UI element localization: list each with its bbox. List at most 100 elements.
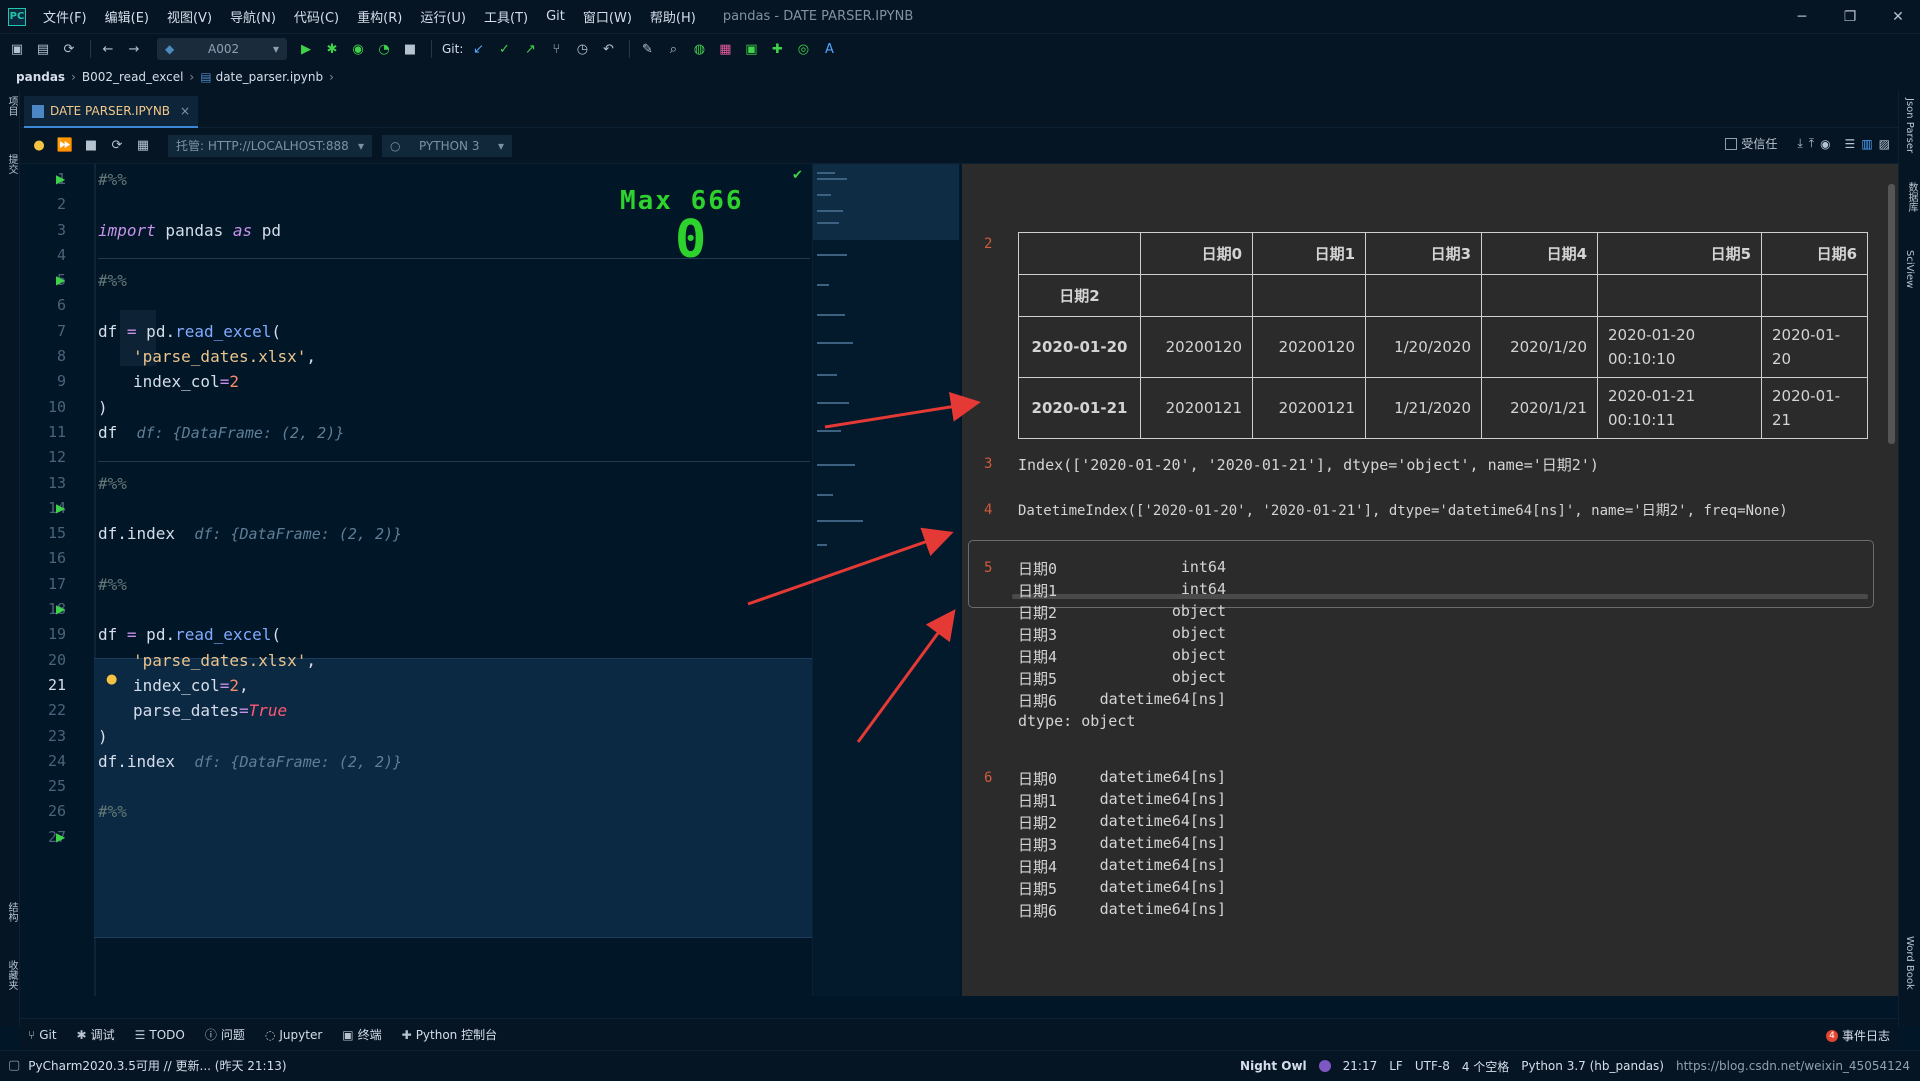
run-cell-icon[interactable]: ▶ [56, 830, 65, 844]
output-scrollbar[interactable] [1888, 184, 1895, 444]
wrench-icon[interactable]: ✎ [636, 38, 658, 60]
stop-icon[interactable]: ■ [399, 38, 421, 60]
indent-setting[interactable]: 4 个空格 [1462, 1058, 1509, 1075]
minimap-line [817, 284, 829, 286]
event-log-button[interactable]: 4 事件日志 [1825, 1027, 1890, 1044]
search-icon[interactable]: ⌕ [662, 38, 684, 60]
close-icon[interactable]: × [180, 104, 190, 118]
menu-navigate[interactable]: 导航(N) [221, 7, 285, 26]
menu-tools[interactable]: 工具(T) [475, 7, 537, 26]
layout-icon[interactable]: ▦ [714, 38, 736, 60]
intention-bulb-icon[interactable]: ● [106, 672, 117, 687]
menu-help[interactable]: 帮助(H) [641, 7, 705, 26]
split-view-icon[interactable]: ▥ [1861, 137, 1872, 151]
menu-edit[interactable]: 编辑(E) [96, 7, 158, 26]
breadcrumb-project[interactable]: pandas [16, 70, 65, 84]
profile-icon[interactable]: ◔ [373, 38, 395, 60]
restart-kernel-icon[interactable]: ⟳ [106, 135, 128, 157]
table-header-row: 日期0 日期1 日期3 日期4 日期5 日期6 [1018, 232, 1868, 275]
caret-position[interactable]: 21:17 [1343, 1059, 1378, 1073]
list-view-icon[interactable]: ☰ [1845, 137, 1856, 151]
python-interpreter[interactable]: Python 3.7 (hb_pandas) [1521, 1059, 1664, 1073]
image-view-icon[interactable]: ▨ [1879, 137, 1890, 151]
git-push-icon[interactable]: ↗ [519, 38, 541, 60]
run-icon[interactable]: ▶ [295, 38, 317, 60]
line-separator[interactable]: LF [1389, 1059, 1403, 1073]
globe-icon[interactable]: ◎ [792, 38, 814, 60]
menu-file[interactable]: 文件(F) [34, 7, 96, 26]
variables-icon[interactable]: ▦ [132, 135, 154, 157]
output-panel[interactable]: 2 日期0 日期1 日期3 日期4 日期5 日期6 日期2 2020-01-20… [962, 164, 1898, 996]
history-icon[interactable]: ◷ [571, 38, 593, 60]
plugin-icon[interactable]: ◍ [688, 38, 710, 60]
output-index: 6 [984, 770, 993, 786]
tool-window-json-parser[interactable]: Json Parser [1904, 98, 1915, 153]
eye-icon[interactable]: ◉ [1820, 137, 1830, 151]
puzzle-icon[interactable]: ✚ [766, 38, 788, 60]
run-cell-icon[interactable]: ▶ [56, 501, 65, 515]
tab-todo[interactable]: ☰ TODO [135, 1028, 185, 1042]
upload-icon[interactable]: ⤒ [1809, 136, 1814, 151]
code-editor[interactable]: 1 2 3 4 5 6 7 8 9 10 11 12 13 14 15 16 1… [20, 164, 812, 996]
menu-refactor[interactable]: 重构(R) [348, 7, 411, 26]
kernel-host-label: 托管: HTTP://LOCALHOST:888 [176, 139, 349, 153]
menu-view[interactable]: 视图(V) [158, 7, 221, 26]
stop-kernel-icon[interactable]: ■ [80, 135, 102, 157]
menu-run[interactable]: 运行(U) [411, 7, 475, 26]
run-cell-icon[interactable]: ▶ [56, 172, 65, 186]
restore-icon[interactable]: ❐ [1828, 0, 1872, 34]
table-cell: 20200120 [1252, 316, 1366, 378]
theme-name[interactable]: Night Owl [1240, 1059, 1307, 1073]
run-cell-icon[interactable]: ▶ [56, 273, 65, 287]
tab-jupyter[interactable]: ◌ Jupyter [265, 1028, 322, 1042]
save-icon[interactable]: ▤ [32, 38, 54, 60]
tool-window-project[interactable]: 项目 [4, 96, 19, 116]
kernel-host-select[interactable]: 托管: HTTP://LOCALHOST:888 ▾ [168, 134, 372, 157]
run-cell-icon[interactable]: ▶ [56, 602, 65, 616]
tab-python-console[interactable]: ✚ Python 控制台 [402, 1026, 497, 1043]
trusted-toggle[interactable]: 受信任 [1725, 135, 1777, 152]
bulb-icon[interactable]: ● [28, 135, 50, 157]
tool-window-word-book[interactable]: Word Book [1904, 936, 1915, 990]
tab-debug[interactable]: ✱ 调试 [77, 1026, 115, 1043]
dtype-row: 日期1 datetime64[ns] [1018, 790, 1226, 810]
minimize-icon[interactable]: ─ [1780, 0, 1824, 34]
breadcrumb-folder[interactable]: B002_read_excel [82, 70, 184, 84]
kernel-name: PYTHON 3 [418, 138, 480, 153]
minimap[interactable] [812, 164, 960, 996]
coverage-icon[interactable]: ◉ [347, 38, 369, 60]
tool-window-sciview[interactable]: SciView [1904, 250, 1915, 288]
download-icon[interactable]: ⤓ [1797, 136, 1802, 151]
tab-problems[interactable]: ⓘ 问题 [205, 1026, 245, 1043]
breadcrumb-file[interactable]: date_parser.ipynb [216, 70, 324, 84]
status-square-icon[interactable]: ▢ [8, 1058, 20, 1073]
git-branch-icon[interactable]: ⑂ [545, 38, 567, 60]
tab-terminal[interactable]: ▣ 终端 [342, 1026, 381, 1043]
close-window-icon[interactable]: ✕ [1876, 0, 1920, 34]
kernel-select[interactable]: ○ PYTHON 3 ▾ [382, 134, 512, 157]
screen-icon[interactable]: ▣ [740, 38, 762, 60]
git-commit-icon[interactable]: ✓ [493, 38, 515, 60]
translate-icon[interactable]: A [818, 38, 840, 60]
sync-icon[interactable]: ⟳ [58, 38, 80, 60]
minimap-viewport[interactable] [813, 164, 959, 240]
open-folder-icon[interactable]: ▣ [6, 38, 28, 60]
tab-git[interactable]: ⑂ Git [28, 1028, 57, 1042]
forward-arrow-icon[interactable]: → [123, 38, 145, 60]
menu-git[interactable]: Git [537, 9, 574, 24]
debug-icon[interactable]: ✱ [321, 38, 343, 60]
menu-code[interactable]: 代码(C) [285, 7, 348, 26]
tool-window-commit[interactable]: 提交 [4, 154, 19, 174]
tool-window-database[interactable]: 数据库 [1904, 182, 1919, 212]
tool-window-favorites[interactable]: 收藏夹 [4, 960, 19, 990]
run-config-select[interactable]: ◆ A002 ▾ [157, 38, 287, 60]
tool-window-structure[interactable]: 结构 [4, 902, 19, 922]
back-arrow-icon[interactable]: ← [97, 38, 119, 60]
update-notice[interactable]: PyCharm2020.3.5可用 // 更新... (昨天 21:13) [28, 1057, 286, 1074]
file-encoding[interactable]: UTF-8 [1415, 1059, 1450, 1073]
tab-date-parser[interactable]: DATE PARSER.IPYNB × [24, 96, 199, 128]
menu-window[interactable]: 窗口(W) [574, 7, 641, 26]
run-all-icon[interactable]: ⏩ [54, 135, 76, 157]
rollback-icon[interactable]: ↶ [597, 38, 619, 60]
git-update-icon[interactable]: ↙ [467, 38, 489, 60]
